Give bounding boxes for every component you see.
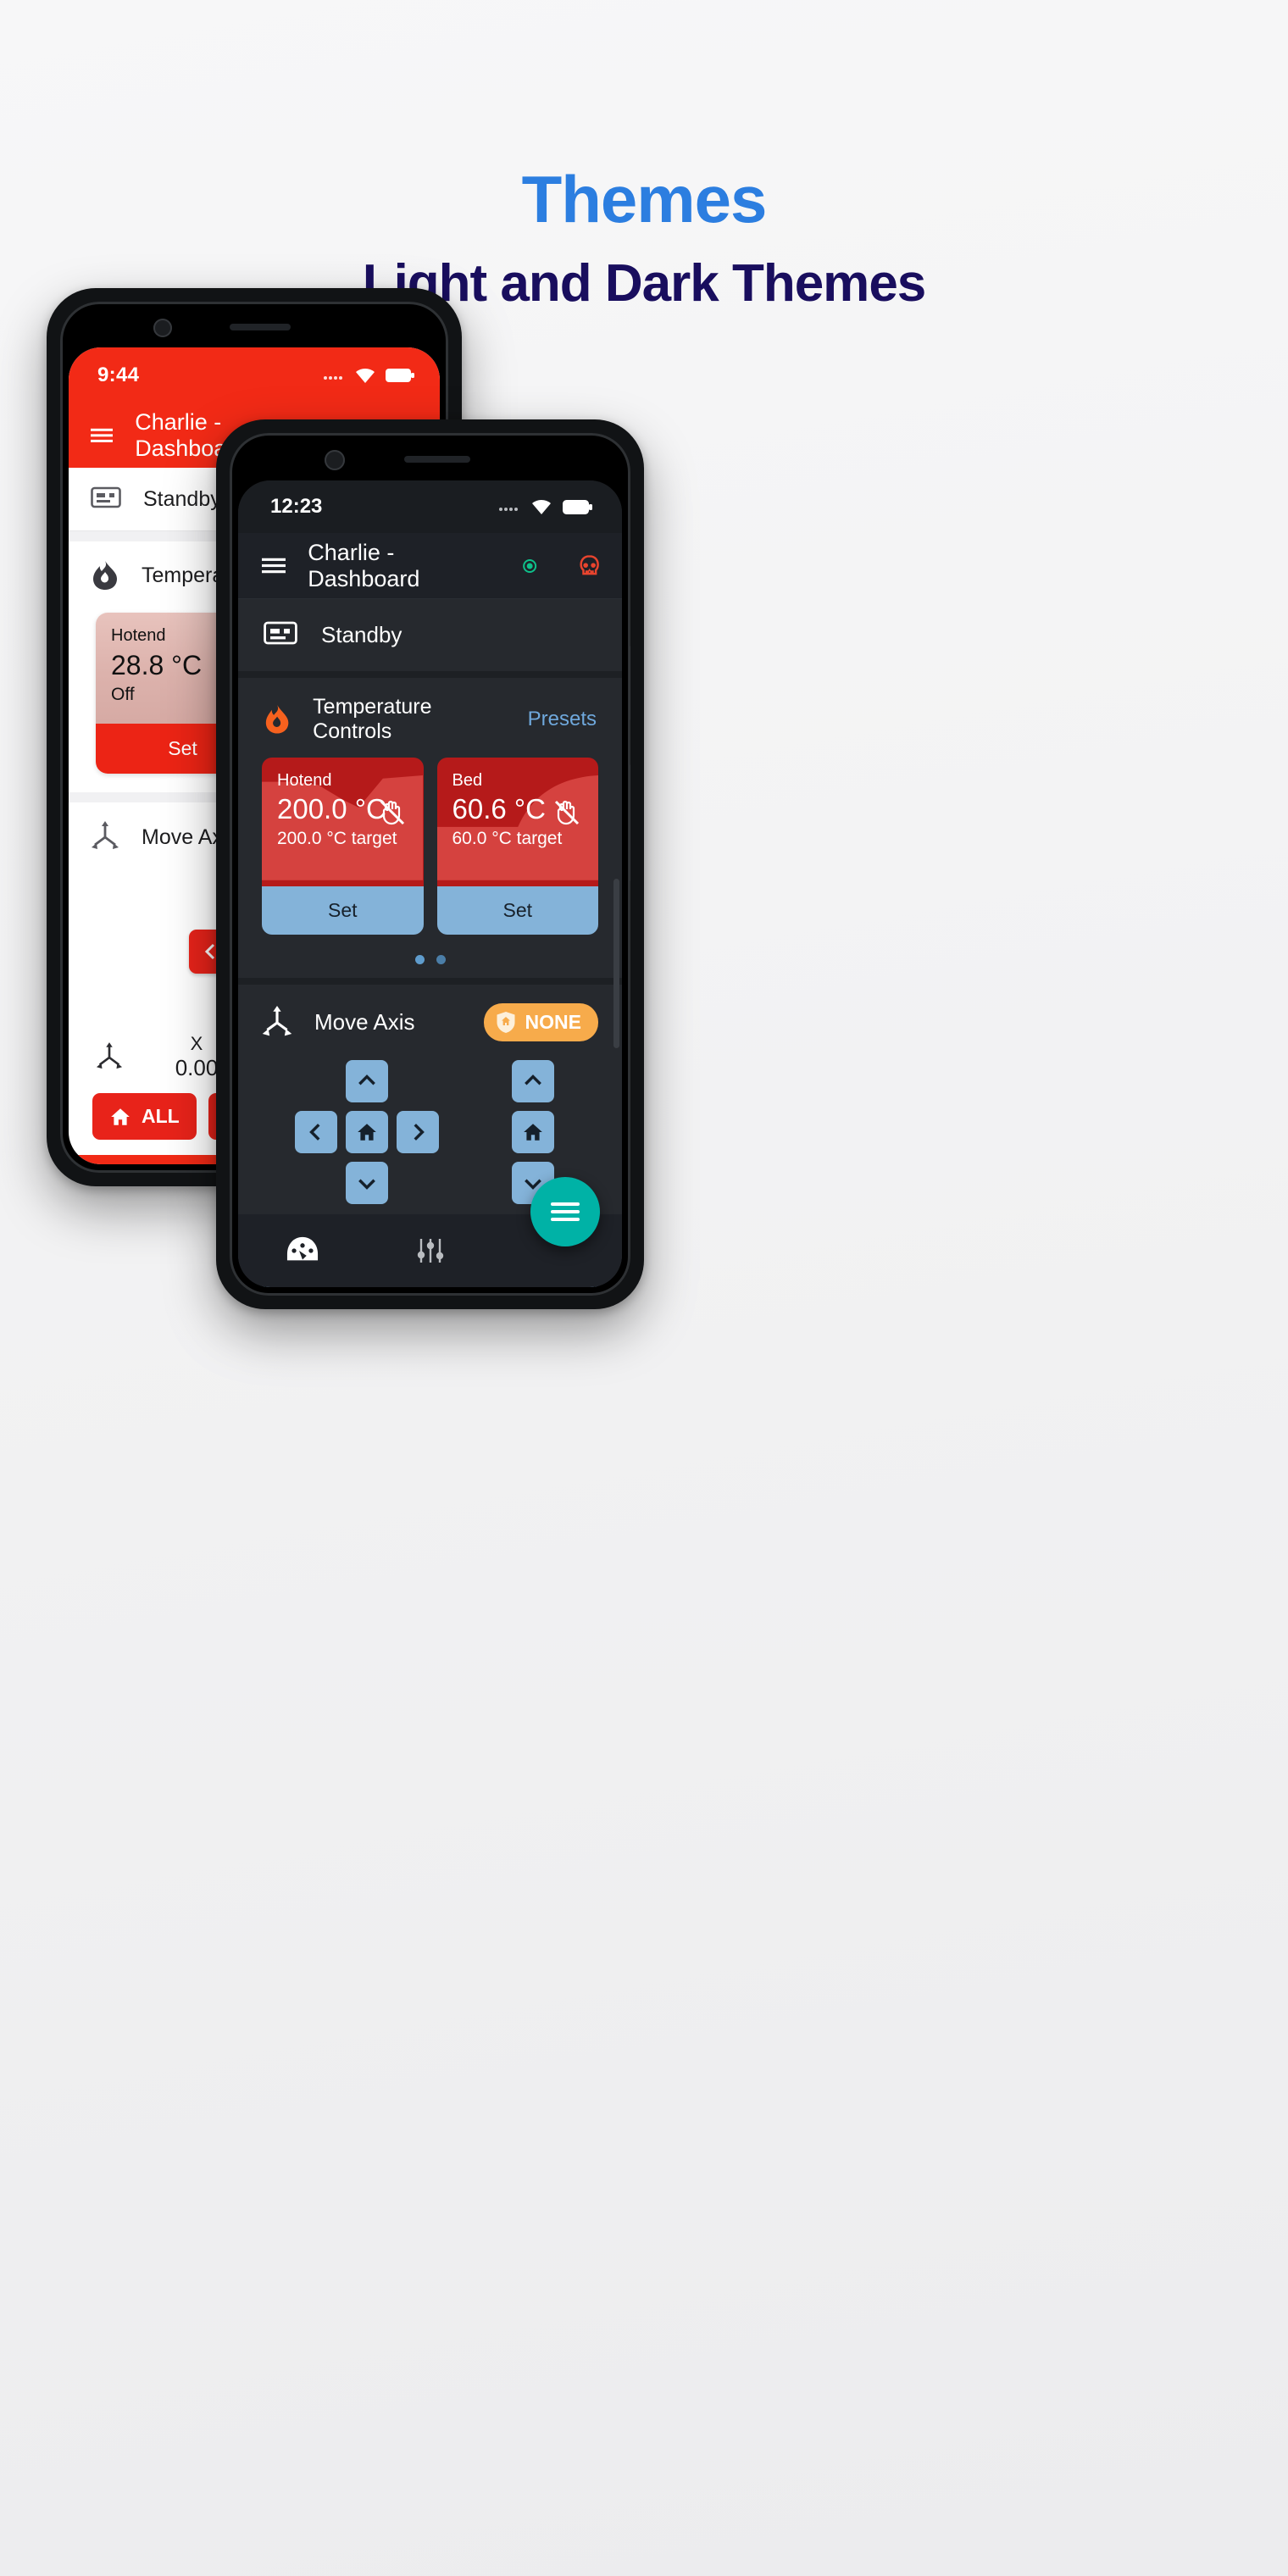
status-time: 12:23 [270,495,323,518]
home-icon [111,1108,130,1125]
home-z-button[interactable] [512,1111,554,1153]
wifi-icon [356,368,375,383]
light-status-bar: 9:44 [69,347,440,403]
jog-y-plus-button[interactable] [345,1060,388,1102]
xy-jog-group [264,1060,469,1204]
move-axis-icon [96,1041,123,1069]
hamburger-menu-icon [551,1202,580,1221]
jog-z-plus-button[interactable] [512,1060,554,1102]
light-action-all-label: ALL [142,1105,180,1127]
no-touch-hand-icon [380,800,404,825]
dark-status-bar: 12:23 [238,480,622,533]
dark-bed-card-body: Bed 60.6 °C 60.0 °C target [436,758,598,886]
signal-dots-icon [324,376,342,380]
dark-hotend-set-button[interactable]: Set [262,886,424,935]
homing-status-label: NONE [525,1011,581,1033]
dark-hotend-target: 200.0 °C target [277,829,397,848]
dark-hotend-label: Hotend [277,771,332,790]
chevron-left-icon [308,1124,319,1141]
dark-standby-label: Standby [321,622,402,647]
battery-icon [563,499,592,514]
dark-temperature-header: Temperature Controls Presets [238,678,622,758]
dark-bed-card[interactable]: Bed 60.6 °C 60.0 °C target Set [436,758,598,935]
dark-temperature-section: Temperature Controls Presets Hotend 200.… [238,678,622,978]
earpiece-speaker [230,324,291,330]
dark-standby-row[interactable]: Standby [238,599,622,673]
light-action-all-button[interactable]: ALL [92,1093,197,1140]
dark-temp-card-row: Hotend 200.0 °C 200.0 °C target Set Bed … [238,758,622,943]
temp-carousel-dots[interactable] [238,943,622,978]
chevron-down-icon [358,1179,375,1190]
dark-move-axis-header: Move Axis NONE [238,983,622,1050]
hamburger-menu-icon[interactable] [262,555,286,576]
nav-tune-item[interactable] [366,1235,494,1267]
wifi-icon [532,499,551,514]
chevron-up-icon [525,1074,541,1085]
no-touch-hand-icon [554,800,580,825]
earpiece-speaker [404,456,470,463]
xy-jog-mid-row [294,1111,439,1153]
dark-bed-target: 60.0 °C target [452,829,563,848]
dark-bed-set-button[interactable]: Set [436,886,598,935]
dark-standby-section: Standby [238,599,622,673]
carousel-dot-1[interactable] [414,955,425,964]
battery-icon [386,369,414,382]
dark-phone-screen: 12:23 Charlie - Dashboard Standby Temper… [238,480,622,1287]
printer-status-icon [91,486,121,508]
home-icon [357,1124,376,1141]
light-standby-label: Standby [143,486,221,511]
skull-emergency-stop-icon[interactable] [575,549,603,583]
macros-fab-button[interactable] [530,1177,600,1246]
connection-status-icon[interactable] [522,557,537,575]
hamburger-menu-icon[interactable] [91,425,114,446]
chevron-up-icon [358,1074,375,1085]
jog-x-plus-button[interactable] [396,1111,439,1153]
home-shield-icon [497,1012,515,1033]
chevron-right-icon [414,1124,425,1141]
dark-hotend-card[interactable]: Hotend 200.0 °C 200.0 °C target Set [262,758,424,935]
status-indicators [323,368,414,384]
dark-bed-label: Bed [452,771,483,790]
sliders-tune-icon [417,1239,443,1263]
nav-dashboard-item[interactable] [238,1235,366,1267]
flame-icon [93,561,117,590]
homing-status-badge[interactable]: NONE [483,1003,598,1041]
dark-scroll-indicator[interactable] [613,879,619,1048]
printer-status-icon [264,621,297,645]
signal-dots-icon [499,508,518,511]
headline-primary: Themes [521,162,768,236]
phone-bezel: 12:23 Charlie - Dashboard Standby Temper… [230,433,630,1296]
jog-x-minus-button[interactable] [294,1111,337,1153]
jog-y-minus-button[interactable] [345,1162,388,1204]
presets-link[interactable]: Presets [528,708,597,731]
front-camera-icon [153,319,172,337]
dark-hotend-card-body: Hotend 200.0 °C 200.0 °C target [262,758,424,886]
dark-app-bar: Charlie - Dashboard [238,533,622,599]
dark-theme-phone-mockup: 12:23 Charlie - Dashboard Standby Temper… [216,419,644,1309]
move-axis-icon [92,821,119,849]
front-camera-icon [325,450,345,470]
move-axis-icon [262,1005,292,1035]
home-icon [524,1124,542,1141]
dark-move-axis-label: Move Axis [314,1009,415,1035]
flame-icon [265,704,289,734]
status-time: 9:44 [97,364,140,386]
home-xy-button[interactable] [345,1111,388,1153]
dark-temperature-label: Temperature Controls [313,695,432,743]
carousel-dot-2[interactable] [436,955,446,964]
status-indicators [498,499,593,515]
light-coords-axis-icon-wrap [69,1041,150,1073]
page-title: Charlie - Dashboard [308,539,420,591]
gauge-dashboard-icon [286,1236,318,1261]
